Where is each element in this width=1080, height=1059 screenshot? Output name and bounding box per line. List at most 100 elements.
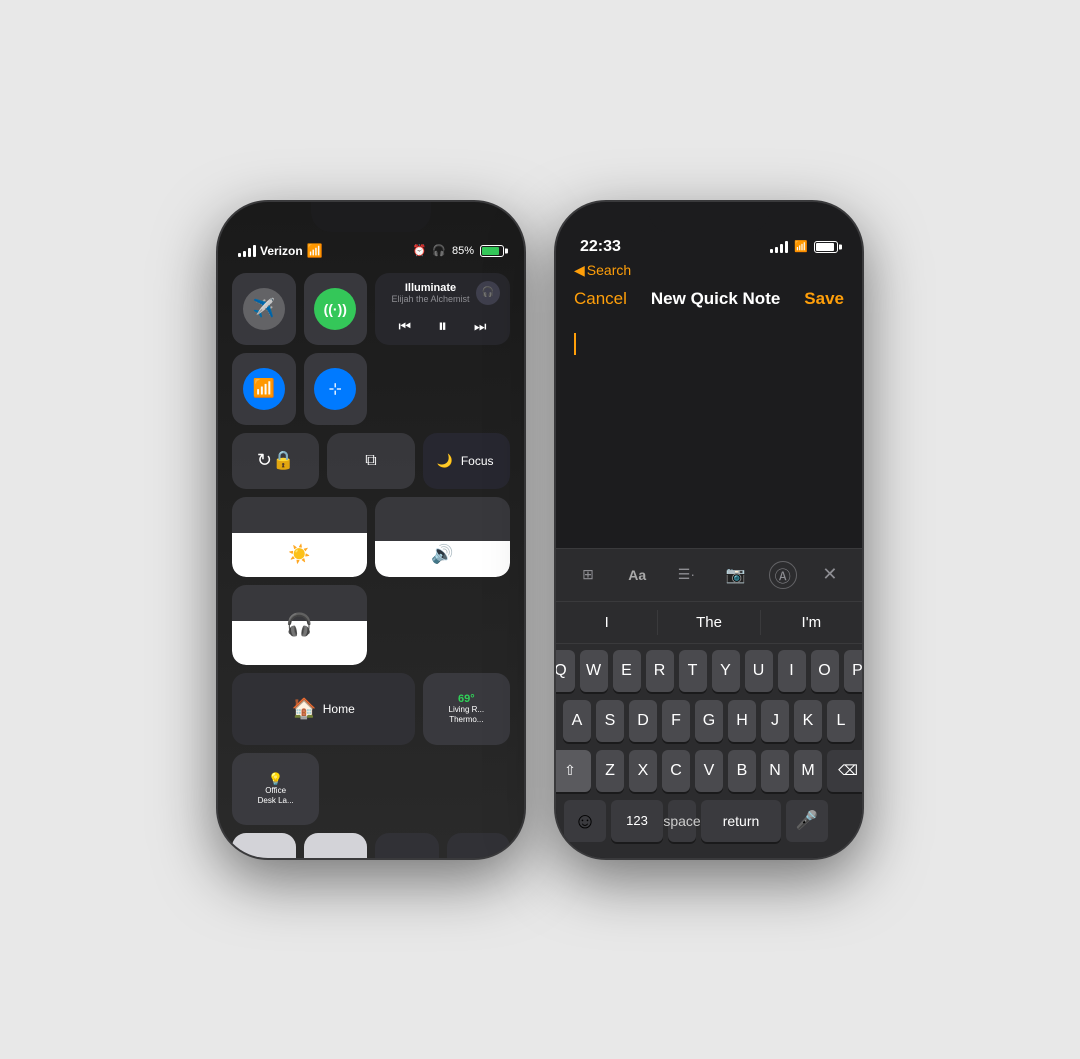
music-title: Illuminate [385, 282, 476, 294]
key-k[interactable]: K [794, 700, 822, 742]
key-u[interactable]: U [745, 650, 773, 692]
key-o[interactable]: O [811, 650, 839, 692]
focus-label: Focus [461, 454, 494, 468]
right-phone: 22:33 📶 ◀ S [554, 200, 864, 860]
save-button[interactable]: Save [804, 289, 844, 309]
airpods-tile[interactable]: 🎧 [232, 585, 367, 665]
key-j[interactable]: J [761, 700, 789, 742]
key-m[interactable]: M [794, 750, 822, 792]
notch [311, 202, 431, 232]
keyboard-row-a: A S D F G H J K L [560, 700, 858, 742]
music-artist: Elijah the Alchemist [385, 294, 476, 304]
signal-bars-right [770, 241, 788, 253]
brightness-slider[interactable]: ☀️ [232, 497, 367, 577]
rewind-button[interactable]: ⏮ [398, 318, 411, 335]
status-bar: Verizon 📶 ⏰ 🎧 85% [218, 237, 524, 265]
key-d[interactable]: D [629, 700, 657, 742]
signal-bars [238, 245, 256, 257]
note-title: New Quick Note [651, 289, 780, 309]
notes-screen: 22:33 📶 ◀ S [556, 202, 862, 858]
music-player-tile[interactable]: Illuminate Elijah the Alchemist 🎧 ⏮ ⏸ ⏭ [375, 273, 510, 345]
back-button[interactable]: ◀ Search [574, 262, 631, 279]
keyboard-bottom-row: ☺ 123 space return 🎤 [560, 800, 858, 842]
desk-lamp-tile[interactable]: 💡 OfficeDesk La... [232, 753, 319, 825]
key-q[interactable]: Q [554, 650, 575, 692]
lamp-icon: 💡 [268, 772, 283, 786]
music-controls: ⏮ ⏸ ⏭ [385, 316, 500, 337]
office-floor-lamp-tile[interactable]: OfficeFloor La... [232, 833, 296, 860]
mic-key[interactable]: 🎤 [786, 800, 828, 842]
number-key[interactable]: 123 [611, 800, 663, 842]
markup-icon[interactable]: Ⓐ [769, 561, 797, 589]
key-i[interactable]: I [778, 650, 806, 692]
volume-slider[interactable]: 🔊 [375, 497, 510, 577]
space-key[interactable]: space [668, 800, 696, 842]
key-c[interactable]: C [662, 750, 690, 792]
cellular-icon: ((·)) [314, 288, 356, 330]
key-f[interactable]: F [662, 700, 690, 742]
wifi-tile[interactable]: 📶 [232, 353, 296, 425]
thermostat-temp: 69° [458, 693, 475, 705]
play-pause-button[interactable]: ⏸ [438, 316, 447, 337]
key-z[interactable]: Z [596, 750, 624, 792]
key-b[interactable]: B [728, 750, 756, 792]
notes-toolbar: ⊞ Aa ☰· 📷 Ⓐ ✕ [556, 548, 862, 601]
camera-toolbar-icon[interactable]: 📷 [720, 559, 752, 591]
key-a[interactable]: A [563, 700, 591, 742]
checklist-icon[interactable]: ☰· [670, 559, 702, 591]
emoji-key[interactable]: ☺ [564, 800, 606, 842]
key-v[interactable]: V [695, 750, 723, 792]
airplane-mode-tile[interactable]: ✈️ [232, 273, 296, 345]
key-g[interactable]: G [695, 700, 723, 742]
screen-mirror-tile[interactable]: ⧉ [327, 433, 414, 489]
format-text-icon[interactable]: Aa [621, 559, 653, 591]
back-nav: ◀ Search [556, 260, 862, 281]
table-icon[interactable]: ⊞ [572, 559, 604, 591]
carrier: Verizon 📶 [238, 243, 323, 259]
key-w[interactable]: W [580, 650, 608, 692]
focus-tile[interactable]: 🌙 Focus [423, 433, 510, 489]
pred-word-3[interactable]: I'm [761, 610, 862, 635]
delete-key[interactable]: ⌫ [827, 750, 864, 792]
wifi-icon-tile: 📶 [243, 368, 285, 410]
key-p[interactable]: P [844, 650, 865, 692]
bar3 [248, 248, 251, 257]
thermostat-tile[interactable]: 69° Living R...Thermo... [423, 673, 510, 745]
living-room-table-tile[interactable]: Living R...table [304, 833, 368, 860]
bluetooth-icon: ⊹ [314, 368, 356, 410]
cancel-button[interactable]: Cancel [574, 289, 627, 309]
shift-key[interactable]: ⇧ [554, 750, 591, 792]
fast-forward-button[interactable]: ⏭ [474, 318, 487, 335]
note-body[interactable] [556, 321, 862, 548]
chevron-left-icon: ◀ [574, 262, 585, 279]
key-l[interactable]: L [827, 700, 855, 742]
battery-icon [480, 245, 504, 257]
key-r[interactable]: R [646, 650, 674, 692]
back-label: Search [587, 262, 631, 278]
wifi-icon: 📶 [307, 243, 323, 259]
home-icon: 🏠 [292, 696, 317, 721]
key-t[interactable]: T [679, 650, 707, 692]
key-n[interactable]: N [761, 750, 789, 792]
screen-rotation-tile[interactable]: ↻🔒 [232, 433, 319, 489]
return-key[interactable]: return [701, 800, 781, 842]
office-hue-1-tile[interactable]: OfficeHue Pla... [375, 833, 439, 860]
key-h[interactable]: H [728, 700, 756, 742]
bar2 [243, 251, 246, 257]
bluetooth-tile[interactable]: ⊹ [304, 353, 368, 425]
home-tile[interactable]: 🏠 Home [232, 673, 415, 745]
pred-word-1[interactable]: I [556, 610, 658, 635]
notes-time: 22:33 [580, 238, 621, 256]
key-x[interactable]: X [629, 750, 657, 792]
pred-word-2[interactable]: The [658, 610, 760, 635]
carrier-name: Verizon [260, 244, 303, 258]
close-toolbar-icon[interactable]: ✕ [814, 559, 846, 591]
key-s[interactable]: S [596, 700, 624, 742]
airplane-icon: ✈️ [243, 288, 285, 330]
cellular-tile[interactable]: ((·)) [304, 273, 368, 345]
office-hue-2-tile[interactable]: OfficeHue Pla... [447, 833, 511, 860]
notch-right [649, 202, 769, 232]
bar1 [238, 253, 241, 257]
key-y[interactable]: Y [712, 650, 740, 692]
key-e[interactable]: E [613, 650, 641, 692]
